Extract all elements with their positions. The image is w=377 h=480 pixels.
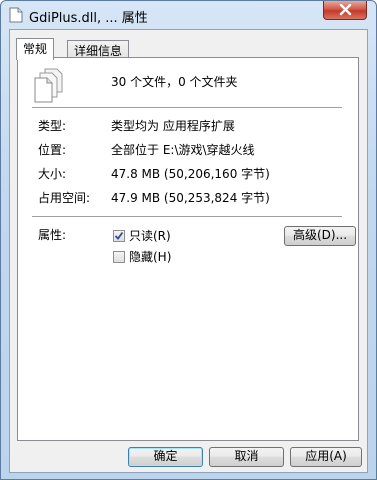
tab-label: 常规 xyxy=(23,42,48,56)
type-label: 类型: xyxy=(38,119,67,133)
cancel-button[interactable]: 取消 xyxy=(209,447,284,467)
location-label: 位置: xyxy=(38,143,67,157)
size-value: 47.8 MB (50,206,160 字节) xyxy=(111,167,270,181)
selection-summary: 30 个文件，0 个文件夹 xyxy=(111,75,238,89)
title-bar[interactable]: GdiPlus.dll, ... 属性 xyxy=(1,1,376,29)
general-panel: 30 个文件，0 个文件夹 类型: 类型均为 应用程序扩展 位置: 全部位于 E… xyxy=(17,57,359,441)
ok-button[interactable]: 确定 xyxy=(128,447,203,467)
apply-button[interactable]: 应用(A) xyxy=(290,447,362,467)
tab-general[interactable]: 常规 xyxy=(16,38,55,60)
separator xyxy=(32,216,342,217)
disk-size-value: 47.9 MB (50,253,824 字节) xyxy=(111,191,270,205)
separator xyxy=(32,107,342,108)
dialog-client: 常规 详细信息 30 个文件，0 个文件夹 类型: 类型均为 应用程序扩展 位置… xyxy=(9,29,368,473)
readonly-checkbox[interactable] xyxy=(113,230,125,242)
readonly-label[interactable]: 只读(R) xyxy=(129,229,171,243)
multiple-files-icon xyxy=(33,68,67,107)
size-label: 大小: xyxy=(38,167,67,181)
disk-size-label: 占用空间: xyxy=(38,191,91,205)
close-button[interactable] xyxy=(323,1,367,20)
hidden-label[interactable]: 隐藏(H) xyxy=(129,250,171,264)
tab-label: 详细信息 xyxy=(74,44,123,58)
type-value: 类型均为 应用程序扩展 xyxy=(111,119,235,133)
properties-window: GdiPlus.dll, ... 属性 常规 详细信息 30 个文件，0 个文件 xyxy=(0,0,377,480)
location-value: 全部位于 E:\游戏\穿越火线 xyxy=(111,143,255,157)
hidden-checkbox[interactable] xyxy=(113,251,125,263)
file-icon xyxy=(9,7,23,23)
close-icon xyxy=(339,4,352,16)
attributes-label: 属性: xyxy=(38,228,67,242)
window-title: GdiPlus.dll, ... 属性 xyxy=(29,11,148,26)
advanced-button[interactable]: 高级(D)... xyxy=(284,226,356,246)
checkmark-icon xyxy=(114,231,124,240)
